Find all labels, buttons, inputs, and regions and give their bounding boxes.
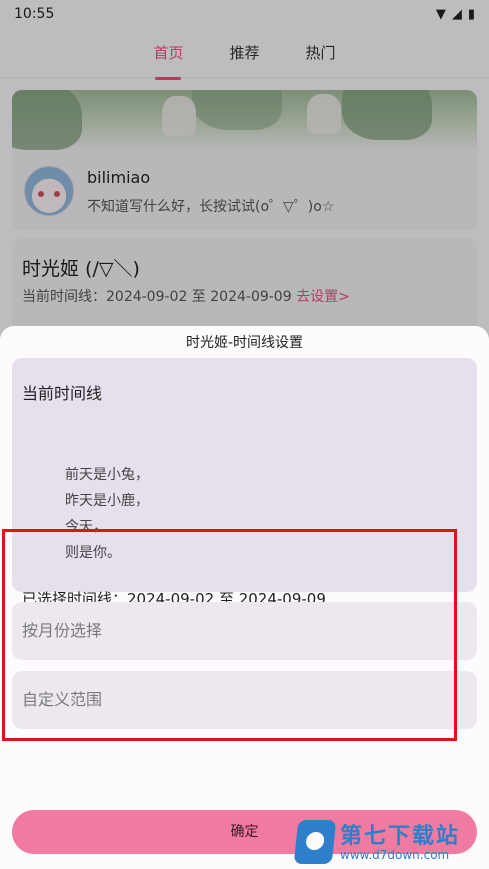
watermark-logo-icon xyxy=(293,820,337,864)
site-watermark: 第七下载站 www.d7down.com xyxy=(293,818,486,866)
poem-line: 昨天是小鹿， xyxy=(65,493,149,509)
watermark-brand: 第七下载站 xyxy=(340,824,461,849)
sheet-title: 时光姬-时间线设置 xyxy=(185,335,304,351)
poem-line: 前天是小兔， xyxy=(65,467,149,483)
timeline-settings-sheet: 时光姬-时间线设置 当前时间线 前天是小兔， 昨天是小鹿， 今天， 则是你。 已… xyxy=(0,326,489,869)
current-timeline-heading: 当前时间线 xyxy=(22,384,103,403)
watermark-url: www.d7down.com xyxy=(340,848,450,862)
highlight-annotation-box xyxy=(2,529,457,741)
